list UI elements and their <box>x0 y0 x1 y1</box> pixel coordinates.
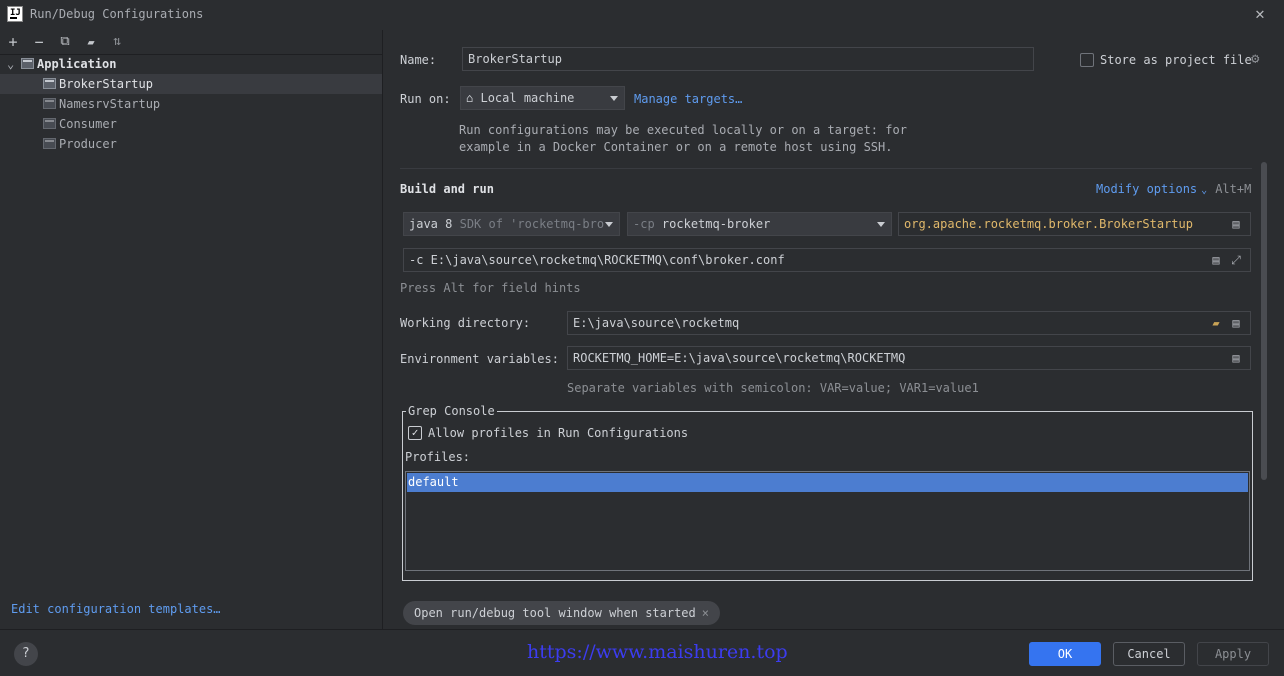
main-class-input[interactable]: org.apache.rocketmq.broker.BrokerStartup… <box>898 212 1251 236</box>
configuration-editor: Name: BrokerStartup Store as project fil… <box>384 30 1284 629</box>
add-icon[interactable]: + <box>3 32 23 52</box>
jdk-value: java 8 <box>409 217 453 231</box>
run-on-hint-line-2: example in a Docker Container or on a re… <box>459 140 893 154</box>
build-and-run-heading: Build and run <box>400 182 494 196</box>
jdk-dropdown[interactable]: java 8 SDK of 'rocketmq-bro <box>403 212 620 236</box>
working-directory-label: Working directory: <box>400 316 531 330</box>
modify-options-label: Modify options <box>1096 182 1198 196</box>
main-class-value: org.apache.rocketmq.broker.BrokerStartup <box>904 217 1193 231</box>
close-icon[interactable]: × <box>702 606 709 620</box>
program-arguments-input[interactable]: -c E:\java\source\rocketmq\ROCKETMQ\conf… <box>403 248 1251 272</box>
tree-group-label: Application <box>37 57 117 71</box>
tree-item-label: BrokerStartup <box>59 77 153 91</box>
grep-console-title: Grep Console <box>406 404 497 418</box>
tree-item-namesrvstartup[interactable]: NamesrvStartup <box>0 94 382 114</box>
run-on-value: Local machine <box>480 91 575 105</box>
apply-button[interactable]: Apply <box>1197 642 1269 666</box>
name-input[interactable]: BrokerStartup <box>462 47 1034 71</box>
title-bar: IJ Run/Debug Configurations ✕ <box>0 0 1284 30</box>
tree-item-brokerstartup[interactable]: BrokerStartup <box>0 74 382 94</box>
allow-profiles-label: Allow profiles in Run Configurations <box>428 426 689 440</box>
chevron-down-icon <box>610 96 618 101</box>
gear-icon[interactable]: ⚙ <box>1251 51 1259 67</box>
tree-item-producer[interactable]: Producer <box>0 134 382 154</box>
tree-item-label: Consumer <box>59 117 117 131</box>
chevron-down-icon[interactable]: ⌄ <box>7 54 21 74</box>
profiles-list[interactable]: default <box>405 471 1250 571</box>
divider <box>400 168 1252 169</box>
environment-variables-hint: Separate variables with semicolon: VAR=v… <box>567 381 979 395</box>
store-as-project-file-checkbox[interactable] <box>1080 53 1094 67</box>
folder-icon[interactable]: ▰ <box>81 32 101 52</box>
folder-open-icon[interactable]: ▰ <box>1208 315 1224 331</box>
window-title: Run/Debug Configurations <box>30 7 204 21</box>
modify-options-shortcut: Alt+M <box>1215 182 1252 196</box>
open-tool-window-option-chip[interactable]: Open run/debug tool window when started × <box>403 601 720 625</box>
store-as-project-file-label: Store as project file <box>1100 53 1252 67</box>
classpath-prefix: -cp <box>633 217 655 231</box>
application-config-icon <box>43 78 56 89</box>
chevron-down-icon <box>877 222 885 227</box>
run-on-dropdown[interactable]: ⌂ Local machine <box>460 86 625 110</box>
watermark-text: https://www.maishuren.top <box>527 641 788 663</box>
allow-profiles-checkbox[interactable]: ✓ <box>408 426 422 440</box>
environment-variables-input[interactable]: ROCKETMQ_HOME=E:\java\source\rocketmq\RO… <box>567 346 1251 370</box>
checkmark-icon: ✓ <box>411 426 419 439</box>
browse-list-icon[interactable]: ▤ <box>1228 350 1244 366</box>
environment-variables-label: Environment variables: <box>400 352 559 366</box>
classpath-module-dropdown[interactable]: -cp rocketmq-broker <box>627 212 892 236</box>
configurations-sidebar: + − ⧉ ▰ ⇅ ⌄ Application BrokerStartup Nam… <box>0 30 383 629</box>
chevron-down-icon <box>605 222 613 227</box>
sort-icon[interactable]: ⇅ <box>107 32 127 52</box>
remove-icon[interactable]: − <box>29 32 49 52</box>
field-hints-text: Press Alt for field hints <box>400 281 581 295</box>
jdk-detail: SDK of 'rocketmq-bro <box>459 217 605 231</box>
application-config-icon <box>43 118 56 129</box>
chip-label: Open run/debug tool window when started <box>414 606 696 620</box>
name-label: Name: <box>400 53 437 67</box>
tree-item-consumer[interactable]: Consumer <box>0 114 382 134</box>
expand-icon[interactable]: ⤢ <box>1228 252 1244 268</box>
tree-item-label: Producer <box>59 137 117 151</box>
run-on-label: Run on: <box>400 92 451 106</box>
environment-variables-value: ROCKETMQ_HOME=E:\java\source\rocketmq\RO… <box>573 351 906 365</box>
cancel-button[interactable]: Cancel <box>1113 642 1185 666</box>
modify-options-button[interactable]: Modify options ⌄ Alt+M <box>1096 182 1251 196</box>
working-directory-value: E:\java\source\rocketmq <box>573 316 740 330</box>
help-button[interactable]: ? <box>14 642 38 666</box>
intellij-logo-icon: IJ <box>7 6 23 22</box>
copy-icon[interactable]: ⧉ <box>55 32 75 52</box>
program-arguments-value: -c E:\java\source\rocketmq\ROCKETMQ\conf… <box>409 253 785 267</box>
classpath-value: rocketmq-broker <box>661 217 771 231</box>
working-directory-input[interactable]: E:\java\source\rocketmq ▰ ▤ <box>567 311 1251 335</box>
close-icon[interactable]: ✕ <box>1250 4 1270 24</box>
run-on-hint-line-1: Run configurations may be executed local… <box>459 123 907 137</box>
sidebar-toolbar: + − ⧉ ▰ ⇅ <box>0 30 382 54</box>
browse-list-icon[interactable]: ▤ <box>1228 315 1244 331</box>
browse-list-icon[interactable]: ▤ <box>1208 252 1224 268</box>
chevron-down-icon: ⌄ <box>1201 185 1208 196</box>
application-config-icon <box>43 98 56 109</box>
vertical-scrollbar[interactable] <box>1261 162 1267 480</box>
tree-item-label: NamesrvStartup <box>59 97 161 111</box>
profiles-label: Profiles: <box>405 450 471 464</box>
manage-targets-link[interactable]: Manage targets… <box>634 92 742 106</box>
browse-list-icon[interactable]: ▤ <box>1228 216 1244 232</box>
list-item[interactable]: default <box>407 473 1248 492</box>
edit-configuration-templates-link[interactable]: Edit configuration templates… <box>11 602 221 616</box>
tree-group-application[interactable]: ⌄ Application <box>0 54 382 74</box>
application-icon <box>21 58 34 69</box>
ok-button[interactable]: OK <box>1029 642 1101 666</box>
home-icon: ⌂ <box>466 91 474 105</box>
application-config-icon <box>43 138 56 149</box>
dialog-footer: ? https://www.maishuren.top OK Cancel Ap… <box>0 629 1284 676</box>
